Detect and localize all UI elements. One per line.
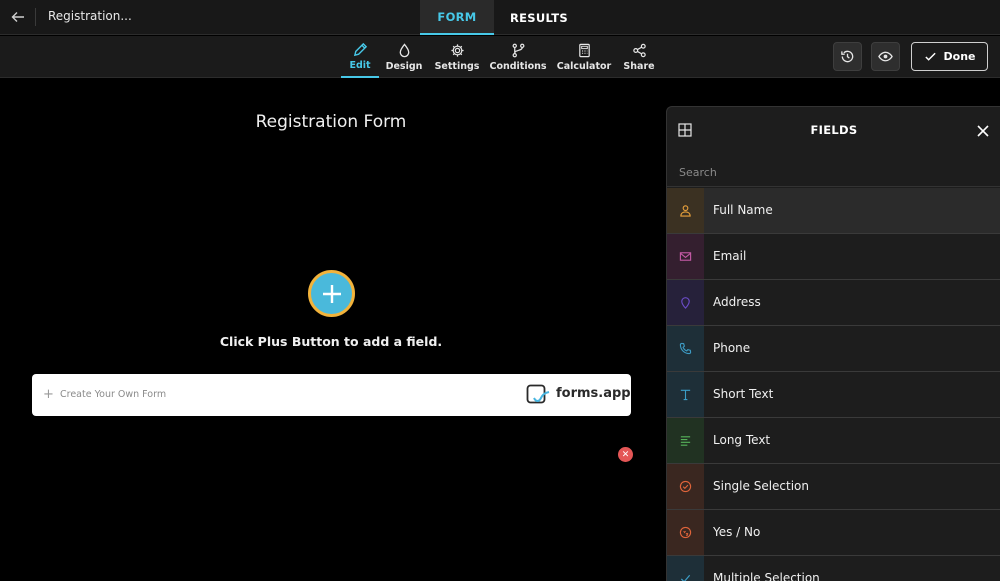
field-item-address[interactable]: Address — [667, 280, 1000, 326]
tool-design-label: Design — [385, 60, 423, 72]
check-circle-icon — [679, 480, 692, 493]
field-label: Short Text — [713, 387, 774, 401]
field-search — [667, 155, 1000, 187]
form-canvas: Registration Form Click Plus Button to a… — [0, 79, 666, 581]
field-search-input[interactable] — [679, 163, 979, 181]
fields-panel-title: FIELDS — [810, 123, 858, 137]
tool-edit[interactable]: Edit — [341, 36, 379, 78]
calculator-icon — [578, 43, 590, 57]
plus-icon: + — [43, 387, 54, 402]
field-item-long-text[interactable]: Long Text — [667, 418, 1000, 464]
field-item-short-text[interactable]: Short Text — [667, 372, 1000, 418]
field-item-yes-no[interactable]: Yes / No — [667, 510, 1000, 556]
field-icon-bg — [667, 418, 704, 463]
yes-no-icon — [679, 526, 692, 539]
back-arrow-icon[interactable] — [9, 8, 27, 26]
field-icon-bg — [667, 326, 704, 371]
field-icon-bg — [667, 556, 704, 581]
add-field-button[interactable] — [308, 270, 355, 317]
form-name[interactable]: Registration... — [48, 9, 132, 23]
field-item-full-name[interactable]: Full Name — [667, 188, 1000, 234]
plus-icon — [322, 284, 341, 303]
field-icon-bg — [667, 280, 704, 325]
field-icon-bg — [667, 188, 704, 233]
tool-edit-label: Edit — [349, 59, 371, 71]
share-icon — [632, 43, 646, 57]
tool-calculator-label: Calculator — [556, 60, 612, 72]
done-button[interactable]: Done — [911, 42, 988, 71]
field-icon-bg — [667, 464, 704, 509]
field-item-single-selection[interactable]: Single Selection — [667, 464, 1000, 510]
field-icon-bg — [667, 510, 704, 555]
tool-calculator[interactable]: Calculator — [556, 36, 612, 78]
check-icon — [680, 574, 691, 581]
person-icon — [680, 205, 691, 217]
forms-app-logo-icon — [526, 384, 550, 404]
create-form-banner[interactable]: + Create Your Own Form forms.app — [32, 374, 631, 416]
preview-button[interactable] — [871, 42, 900, 71]
field-icon-bg — [667, 234, 704, 279]
form-title[interactable]: Registration Form — [0, 112, 662, 132]
field-icon-bg — [667, 372, 704, 417]
add-field-hint: Click Plus Button to add a field. — [219, 334, 443, 349]
fields-panel-header: FIELDS — [667, 107, 1000, 154]
field-label: Address — [713, 295, 761, 309]
phone-icon — [679, 342, 692, 355]
tool-conditions[interactable]: Conditions — [489, 36, 547, 78]
history-button[interactable] — [833, 42, 862, 71]
field-label: Email — [713, 249, 747, 263]
field-label: Yes / No — [713, 525, 761, 539]
field-item-multiple-selection[interactable]: Multiple Selection — [667, 556, 1000, 581]
done-label: Done — [943, 50, 976, 63]
divider — [35, 8, 36, 26]
gear-icon — [450, 43, 464, 57]
check-icon — [924, 52, 936, 61]
field-label: Phone — [713, 341, 751, 355]
field-list: Full Name Email Address Phone Short Text — [667, 188, 1000, 581]
fields-panel: FIELDS Full Name Email Address — [666, 106, 1000, 581]
pin-icon — [681, 297, 690, 309]
field-label: Long Text — [713, 433, 771, 447]
field-item-phone[interactable]: Phone — [667, 326, 1000, 372]
editor-toolbar: Edit Design Settings Conditions Calculat… — [0, 36, 1000, 78]
close-banner-icon[interactable]: ✕ — [618, 447, 633, 462]
eye-icon — [878, 51, 893, 62]
tool-share-label: Share — [623, 60, 655, 72]
close-icon[interactable] — [977, 125, 989, 137]
history-icon — [841, 50, 854, 63]
tab-form[interactable]: FORM — [420, 0, 494, 35]
top-bar: Registration... FORM RESULTS — [0, 0, 1000, 35]
envelope-icon — [679, 252, 692, 261]
tool-settings[interactable]: Settings — [435, 36, 479, 78]
branch-icon — [512, 43, 524, 57]
brand-name: forms.app — [556, 386, 631, 401]
lines-icon — [680, 436, 691, 446]
field-label: Multiple Selection — [713, 571, 820, 581]
text-icon — [680, 389, 691, 401]
field-label: Single Selection — [713, 479, 810, 493]
banner-text: Create Your Own Form — [60, 389, 167, 400]
pencil-icon — [353, 42, 367, 56]
tool-conditions-label: Conditions — [489, 60, 547, 72]
field-label: Full Name — [713, 203, 773, 217]
tool-settings-label: Settings — [434, 60, 480, 72]
field-item-email[interactable]: Email — [667, 234, 1000, 280]
tool-design[interactable]: Design — [385, 36, 423, 78]
tool-share[interactable]: Share — [622, 36, 656, 78]
drop-icon — [399, 42, 409, 57]
tab-results[interactable]: RESULTS — [500, 0, 578, 35]
